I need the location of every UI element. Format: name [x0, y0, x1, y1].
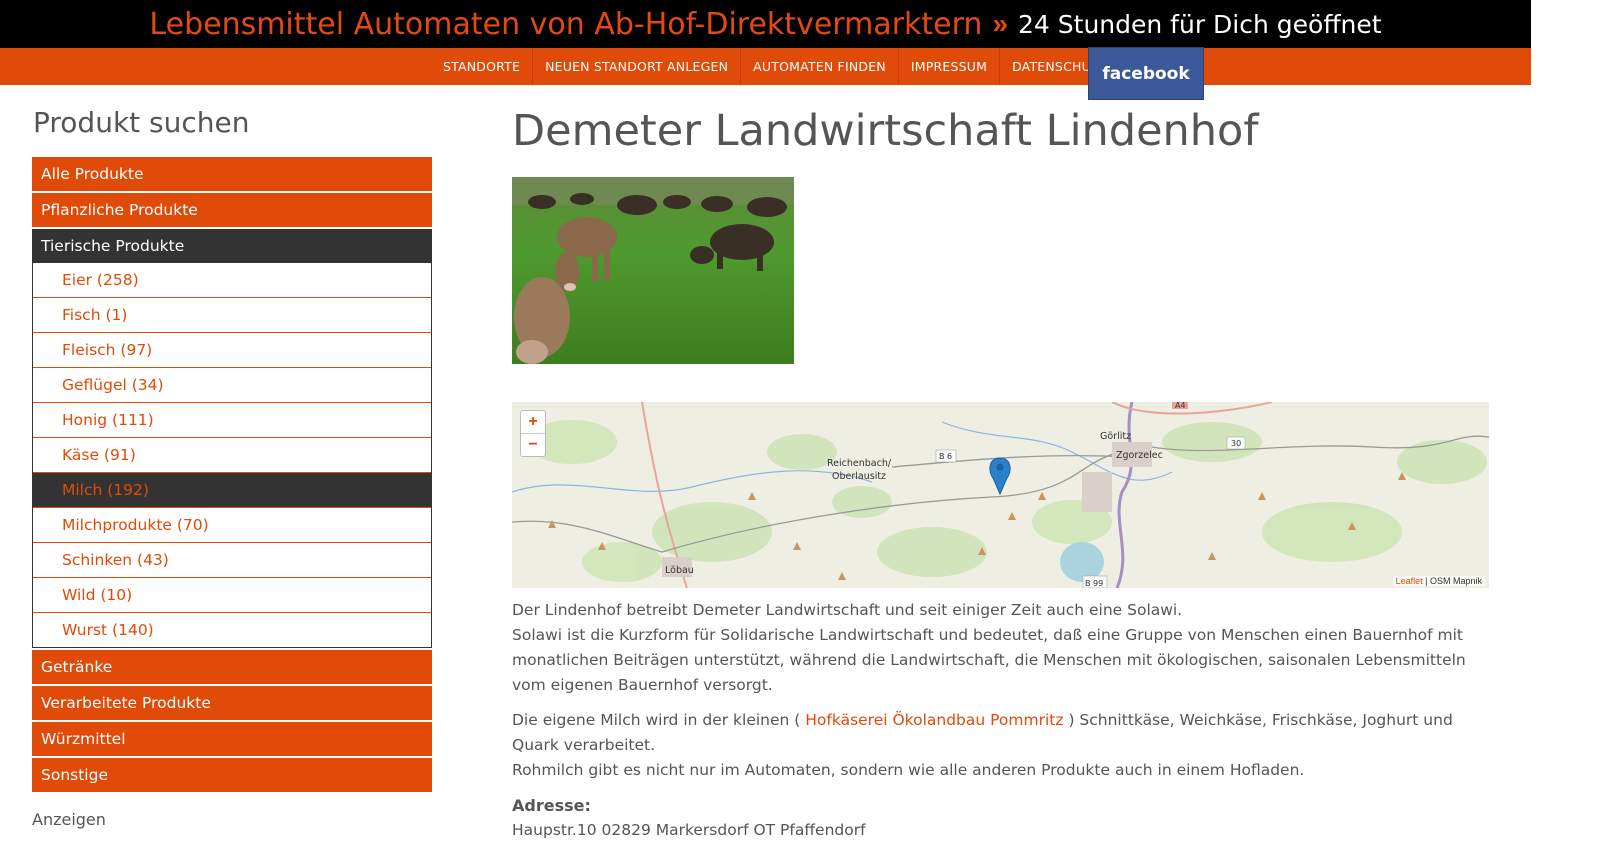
description-paragraph-1: Der Lindenhof betreibt Demeter Landwirts…	[512, 598, 1489, 698]
description-paragraph-2: Die eigene Milch wird in der kleinen ( H…	[512, 708, 1489, 783]
map-label-b99: B 99	[1085, 579, 1103, 588]
map-attribution: Leaflet | OSM Mapnik	[1392, 576, 1485, 586]
nav-item-impressum[interactable]: IMPRESSUM	[899, 48, 1001, 85]
subcategory-honig[interactable]: Honig (111)	[33, 403, 431, 438]
zoom-out-button[interactable]: −	[521, 434, 545, 456]
site-title[interactable]: Lebensmittel Automaten von Ab-Hof-Direkt…	[149, 7, 982, 42]
nav-item-automaten-finden[interactable]: AUTOMATEN FINDEN	[741, 48, 899, 85]
subcategory-eier[interactable]: Eier (258)	[33, 263, 431, 298]
nav-item-standorte[interactable]: STANDORTE	[431, 48, 534, 85]
location-map[interactable]: Görlitz Zgorzelec Reichenbach/ Oberlausi…	[512, 402, 1489, 588]
address-value: Haupstr.10 02829 Markersdorf OT Pfaffend…	[512, 821, 866, 839]
leaflet-link[interactable]: Leaflet	[1396, 576, 1423, 586]
map-label-b6: B 6	[939, 452, 952, 461]
map-tiles: Görlitz Zgorzelec Reichenbach/ Oberlausi…	[512, 402, 1489, 588]
nav-item-neuen-standort[interactable]: NEUEN STANDORT ANLEGEN	[533, 48, 742, 85]
category-wuerzmittel[interactable]: Würzmittel	[32, 722, 432, 756]
site-tagline: 24 Stunden für Dich geöffnet	[1018, 9, 1382, 39]
subcategory-kaese[interactable]: Käse (91)	[33, 438, 431, 473]
subcategory-fisch[interactable]: Fisch (1)	[33, 298, 431, 333]
subcategory-gefluegel[interactable]: Geflügel (34)	[33, 368, 431, 403]
site-header: Lebensmittel Automaten von Ab-Hof-Direkt…	[0, 0, 1531, 48]
map-label-goerlitz: Görlitz	[1100, 431, 1131, 442]
address-label: Adresse:	[512, 796, 591, 815]
subcategory-wurst[interactable]: Wurst (140)	[33, 613, 431, 647]
osm-attribution: | OSM Mapnik	[1422, 576, 1482, 586]
map-label-reichenbach: Reichenbach/	[827, 458, 892, 469]
main-nav: STANDORTE NEUEN STANDORT ANLEGEN AUTOMAT…	[0, 48, 1531, 85]
map-label-30: 30	[1231, 439, 1241, 448]
description-line-1: Der Lindenhof betreibt Demeter Landwirts…	[512, 601, 1183, 619]
zoom-in-button[interactable]: +	[521, 411, 545, 434]
subcategory-fleisch[interactable]: Fleisch (97)	[33, 333, 431, 368]
hofkaeserei-link[interactable]: Hofkäserei Ökolandbau Pommritz	[805, 711, 1063, 729]
title-separator: »	[992, 8, 1009, 39]
sidebar: Produkt suchen Alle Produkte Pflanzliche…	[32, 104, 432, 829]
description: Der Lindenhof betreibt Demeter Landwirts…	[512, 598, 1489, 843]
map-label-zgorzelec: Zgorzelec	[1116, 450, 1163, 461]
description-line-2: Solawi ist die Kurzform für Solidarische…	[512, 626, 1466, 694]
main-content: Demeter Landwirtschaft Lindenhof Görlitz…	[512, 100, 1489, 843]
category-verarbeitete-produkte[interactable]: Verarbeitete Produkte	[32, 686, 432, 720]
ads-label: Anzeigen	[32, 810, 106, 829]
subcategory-schinken[interactable]: Schinken (43)	[33, 543, 431, 578]
farm-photo	[512, 177, 794, 364]
map-label-oberlausitz: Oberlausitz	[832, 471, 886, 482]
sidebar-title: Produkt suchen	[33, 106, 250, 139]
category-getraenke[interactable]: Getränke	[32, 650, 432, 684]
category-tierische-produkte[interactable]: Tierische Produkte	[32, 229, 432, 263]
page-title: Demeter Landwirtschaft Lindenhof	[512, 106, 1259, 156]
category-alle-produkte[interactable]: Alle Produkte	[32, 157, 432, 191]
description-text: Die eigene Milch wird in der kleinen (	[512, 711, 806, 729]
map-label-a4: A4	[1175, 402, 1186, 410]
description-line-rohmilch: Rohmilch gibt es nicht nur im Automaten,…	[512, 761, 1305, 779]
category-pflanzliche-produkte[interactable]: Pflanzliche Produkte	[32, 193, 432, 227]
subcategory-milch[interactable]: Milch (192)	[33, 473, 431, 508]
subcategory-milchprodukte[interactable]: Milchprodukte (70)	[33, 508, 431, 543]
facebook-button[interactable]: facebook	[1088, 47, 1204, 100]
subcategory-list: Eier (258) Fisch (1) Fleisch (97) Geflüg…	[32, 263, 432, 648]
map-label-loebau: Löbau	[665, 565, 694, 576]
category-sonstige[interactable]: Sonstige	[32, 758, 432, 792]
subcategory-wild[interactable]: Wild (10)	[33, 578, 431, 613]
map-zoom-controls: + −	[520, 410, 546, 457]
